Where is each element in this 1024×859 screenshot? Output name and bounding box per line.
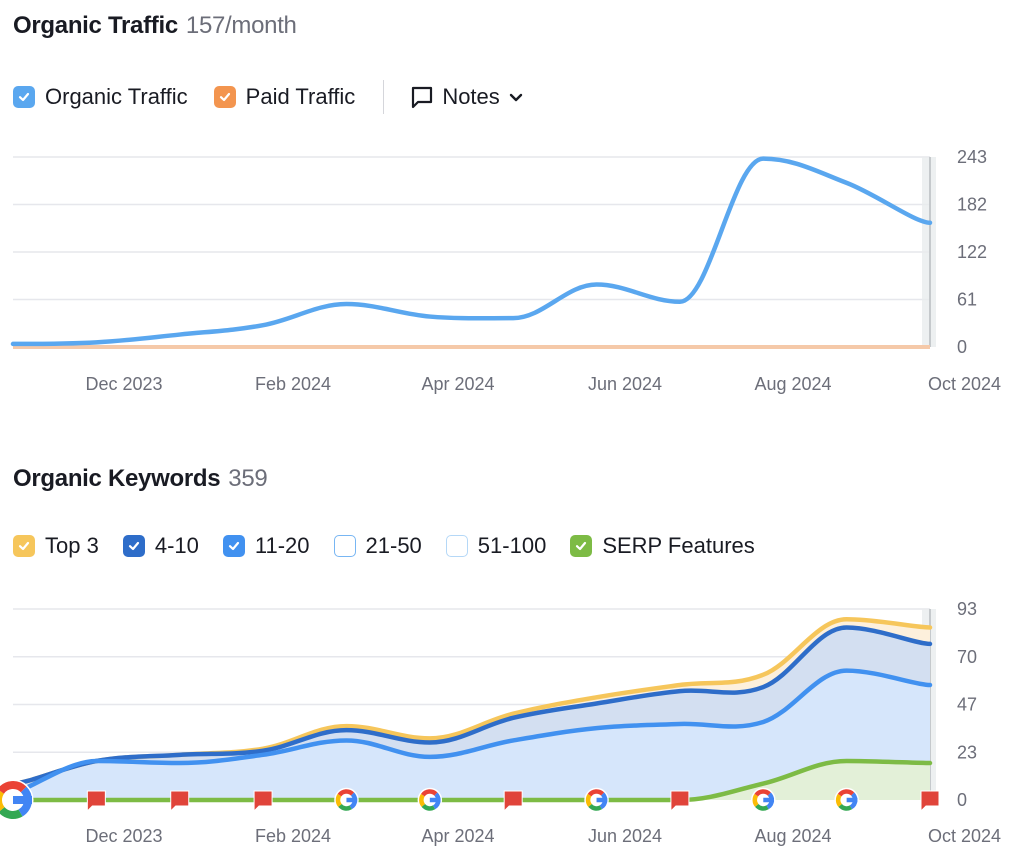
- legend-label: 51-100: [477, 533, 547, 558]
- legend-top-3[interactable]: Top 3: [13, 533, 99, 559]
- checkbox-checked-icon[interactable]: [213, 86, 236, 108]
- checkbox-checked-icon[interactable]: [570, 535, 593, 557]
- legend-label: 11-20: [254, 533, 310, 558]
- legend-label: 21-50: [365, 533, 422, 558]
- organic-keywords-count: 359: [228, 465, 268, 492]
- x-tick-label: Apr 2024: [421, 826, 494, 846]
- y-tick-label: 0: [957, 790, 967, 810]
- x-tick-label: Apr 2024: [421, 374, 494, 394]
- legend-label: Paid Traffic: [245, 84, 356, 109]
- chevron-down-icon: [509, 93, 522, 102]
- y-tick-label: 0: [957, 337, 967, 357]
- checkbox-unchecked-icon[interactable]: [445, 535, 468, 557]
- legend-21-50[interactable]: 21-50: [333, 533, 422, 559]
- note-flag-icon[interactable]: [920, 790, 940, 813]
- x-tick-label: Jun 2024: [588, 374, 662, 394]
- x-tick-label: Jun 2024: [588, 826, 662, 846]
- google-update-icon[interactable]: [334, 787, 359, 813]
- x-tick-label: Aug 2024: [754, 374, 831, 394]
- x-tick-label: Dec 2023: [85, 826, 162, 846]
- note-flag-icon[interactable]: [253, 790, 273, 813]
- legend-organic-traffic[interactable]: Organic Traffic: [13, 84, 188, 110]
- google-update-icon[interactable]: [834, 787, 859, 813]
- traffic-legend: Organic Traffic Paid Traffic Notes: [13, 80, 524, 114]
- x-tick-label: Aug 2024: [754, 826, 831, 846]
- x-tick-label: Oct 2024: [928, 374, 1001, 394]
- x-tick-label: Oct 2024: [928, 826, 1001, 846]
- legend-label: Top 3: [45, 533, 99, 558]
- note-flag-icon[interactable]: [503, 790, 523, 813]
- y-tick-label: 122: [957, 242, 987, 262]
- checkbox-unchecked-icon[interactable]: [333, 535, 356, 557]
- comment-icon: [412, 86, 433, 109]
- legend-51-100[interactable]: 51-100: [445, 533, 547, 559]
- note-flag-icon[interactable]: [170, 790, 190, 813]
- legend-serp-features[interactable]: SERP Features: [570, 533, 755, 559]
- organic-keywords-header: Organic Keywords 359: [13, 465, 268, 493]
- keywords-legend: Top 3 4-10 11-20 21-50 51-100 SERP Features: [13, 533, 779, 559]
- google-update-icon[interactable]: [584, 787, 609, 813]
- organic-traffic-header: Organic Traffic 157/month: [13, 12, 297, 40]
- x-tick-label: Feb 2024: [255, 374, 331, 394]
- organic-keywords-chart[interactable]: 0 23 47 70 93 Dec 2023 Feb 2024 Apr 2024 Jun 202…: [0, 590, 1024, 859]
- organic-traffic-count: 157/month: [185, 12, 297, 39]
- legend-divider: [383, 80, 385, 114]
- legend-11-20[interactable]: 11-20: [222, 533, 310, 559]
- y-tick-label: 93: [957, 599, 977, 619]
- checkbox-checked-icon[interactable]: [122, 535, 145, 557]
- organic-traffic-chart[interactable]: 0 61 122 182 243 Dec 2023 Feb 2024 Apr 2024 Jun …: [0, 140, 1024, 410]
- y-tick-label: 243: [957, 147, 987, 167]
- x-tick-label: Dec 2023: [85, 374, 162, 394]
- google-update-icon[interactable]: [417, 787, 443, 813]
- organic-traffic-title: Organic Traffic: [13, 12, 178, 39]
- x-tick-label: Feb 2024: [255, 826, 331, 846]
- notes-label: Notes: [442, 84, 500, 109]
- note-flag-icon[interactable]: [670, 790, 690, 813]
- checkbox-checked-icon[interactable]: [222, 535, 245, 557]
- y-tick-label: 182: [957, 195, 987, 215]
- y-tick-label: 23: [957, 742, 977, 762]
- organic-keywords-title: Organic Keywords: [13, 465, 221, 492]
- legend-4-10[interactable]: 4-10: [122, 533, 199, 559]
- notes-dropdown[interactable]: Notes: [410, 84, 523, 110]
- legend-label: SERP Features: [602, 533, 755, 558]
- note-flag-icon[interactable]: [86, 790, 106, 813]
- y-tick-label: 70: [957, 647, 977, 667]
- y-tick-label: 47: [957, 695, 977, 715]
- legend-label: Organic Traffic: [45, 84, 188, 109]
- legend-paid-traffic[interactable]: Paid Traffic: [213, 84, 356, 110]
- google-update-icon[interactable]: [751, 787, 776, 813]
- y-tick-label: 61: [957, 290, 977, 310]
- checkbox-checked-icon[interactable]: [13, 86, 35, 108]
- checkbox-checked-icon[interactable]: [13, 535, 35, 557]
- legend-label: 4-10: [154, 533, 199, 558]
